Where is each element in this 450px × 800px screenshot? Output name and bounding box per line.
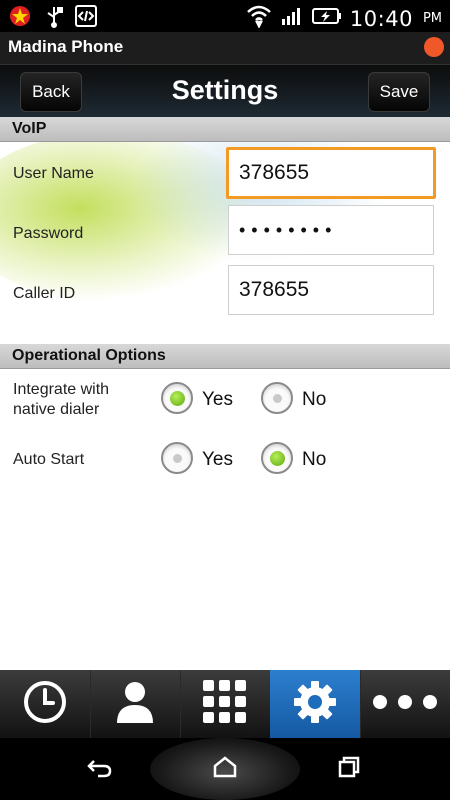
dialpad-grid-icon xyxy=(203,680,247,728)
settings-content: VoIP User Name 378655 Password •••••••• … xyxy=(0,117,450,670)
autostart-yes-label: Yes xyxy=(202,449,233,470)
contacts-person-icon xyxy=(115,679,155,729)
more-dots-icon xyxy=(372,694,438,714)
signal-icon xyxy=(280,5,304,32)
save-button[interactable]: Save xyxy=(368,72,430,112)
app-title-bar: Madina Phone xyxy=(0,32,450,65)
password-field[interactable]: •••••••• xyxy=(228,205,434,255)
nav-settings[interactable] xyxy=(270,670,361,738)
integrate-dialer-label: Integrate with native dialer xyxy=(13,381,110,418)
autostart-label: Auto Start xyxy=(13,451,85,468)
app-title: Madina Phone xyxy=(8,37,124,56)
operational-section-header: Operational Options xyxy=(0,344,450,369)
clock-time: 10:40 xyxy=(349,6,413,31)
integrate-no-label: No xyxy=(302,389,327,410)
usb-icon xyxy=(44,4,64,32)
integrate-yes-label: Yes xyxy=(202,389,233,410)
wifi-icon xyxy=(246,4,272,33)
status-bar: 10:40 PM xyxy=(0,0,450,32)
settings-gear-icon xyxy=(292,679,338,729)
recent-apps-icon xyxy=(336,755,362,783)
voip-section-header: VoIP xyxy=(0,117,450,142)
username-field[interactable]: 378655 xyxy=(226,147,436,199)
autostart-no-radio[interactable] xyxy=(261,442,293,474)
integrate-no-radio[interactable] xyxy=(261,382,293,414)
password-label: Password xyxy=(13,225,84,242)
nav-more[interactable] xyxy=(360,670,450,738)
nav-history[interactable] xyxy=(0,670,91,738)
username-label: User Name xyxy=(13,165,94,182)
operational-section-title: Operational Options xyxy=(12,347,166,364)
settings-header: Back Settings Save xyxy=(0,65,450,117)
back-arrow-icon xyxy=(86,755,114,783)
history-clock-icon xyxy=(22,679,68,729)
system-recents-button[interactable] xyxy=(331,752,367,786)
callerid-field[interactable]: 378655 xyxy=(228,265,434,315)
system-home-button[interactable] xyxy=(207,752,243,786)
developer-code-icon xyxy=(74,4,98,32)
connection-status-dot xyxy=(424,37,444,57)
integrate-yes-radio[interactable] xyxy=(161,382,193,414)
autostart-no-label: No xyxy=(302,449,327,470)
battery-charging-icon xyxy=(311,6,342,31)
system-navigation-bar xyxy=(0,738,450,800)
system-back-button[interactable] xyxy=(82,752,118,786)
autostart-yes-radio[interactable] xyxy=(161,442,193,474)
clock-ampm: PM xyxy=(422,11,442,26)
home-icon xyxy=(212,755,238,783)
callerid-label: Caller ID xyxy=(13,285,76,302)
nav-contacts[interactable] xyxy=(90,670,181,738)
nav-dialpad[interactable] xyxy=(180,670,271,738)
notification-star-icon xyxy=(8,4,34,32)
bottom-navigation xyxy=(0,670,450,738)
voip-section-title: VoIP xyxy=(12,120,47,137)
